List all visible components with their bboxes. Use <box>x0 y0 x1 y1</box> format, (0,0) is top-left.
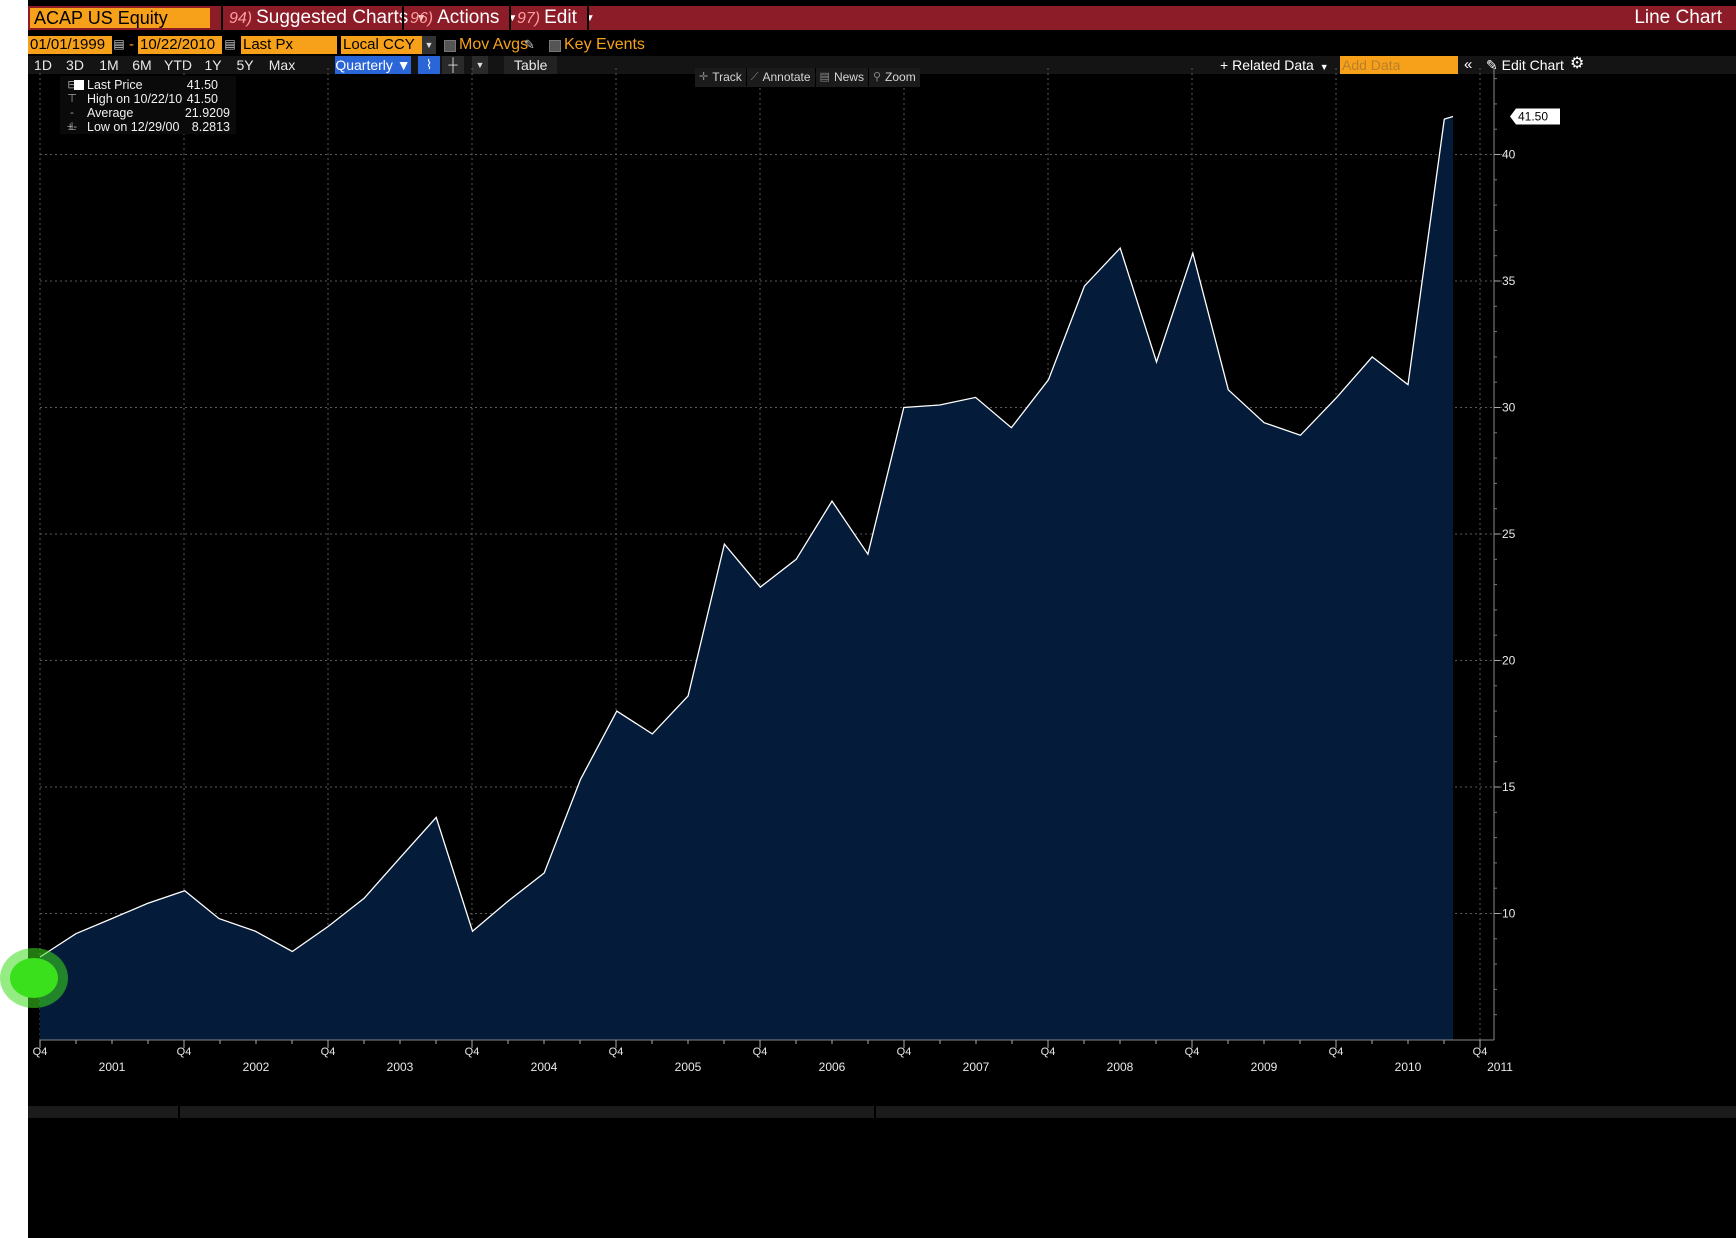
annotate-icon: ⟋ <box>750 71 759 83</box>
legend-value: 8.2813 <box>191 120 230 134</box>
legend-label: High on 10/22/10 <box>87 92 183 106</box>
x-quarter-label: Q4 <box>753 1046 768 1058</box>
x-quarter-label: Q4 <box>465 1046 480 1058</box>
legend-value: 21.9209 <box>184 106 230 120</box>
news-label: News <box>833 70 864 84</box>
x-year-label: 2008 <box>1107 1060 1134 1074</box>
magnifier-icon: ⚲ <box>872 71 882 83</box>
zoom-label: Zoom <box>885 70 916 84</box>
scrollbar-divider <box>178 1106 180 1118</box>
legend-value: 41.50 <box>186 78 218 92</box>
cursor-highlight-core <box>10 958 58 998</box>
x-quarter-label: Q4 <box>609 1046 624 1058</box>
legend-row-high: ⊤ High on 10/22/10 41.50 <box>60 92 236 106</box>
x-quarter-label: Q4 <box>1185 1046 1200 1058</box>
x-year-label: 2006 <box>819 1060 846 1074</box>
cursor-highlight <box>0 948 68 1008</box>
track-button[interactable]: ✛ Track <box>695 68 747 87</box>
legend-row-low: ⊥ Low on 12/29/00 8.2813 <box>60 120 236 134</box>
scrollbar-divider <box>874 1106 876 1118</box>
y-tick-label: 20 <box>1502 654 1516 668</box>
y-tick-label: 30 <box>1502 401 1516 415</box>
x-quarter-label: Q4 <box>33 1046 48 1058</box>
x-year-label: 2010 <box>1395 1060 1422 1074</box>
legend-row-last-price[interactable]: ⊟ Last Price 41.50 <box>60 78 236 92</box>
zoom-button[interactable]: ⚲ Zoom <box>869 68 920 87</box>
y-tick-label: 25 <box>1502 527 1516 541</box>
x-year-label: 2001 <box>99 1060 126 1074</box>
x-quarter-label: Q4 <box>897 1046 912 1058</box>
annotate-button[interactable]: ⟋ Annotate <box>747 68 816 87</box>
legend: ⊟ Last Price 41.50 ⊤ High on 10/22/10 41… <box>60 76 236 134</box>
x-year-label: 2009 <box>1251 1060 1278 1074</box>
y-tick-label: 40 <box>1502 148 1516 162</box>
series-swatch <box>74 80 84 90</box>
y-tick-label: 10 <box>1502 907 1516 921</box>
x-quarter-label: Q4 <box>321 1046 336 1058</box>
low-marker-icon: ⊥ <box>67 121 77 133</box>
price-chart[interactable]: 10 15 20 25 30 35 40 41.50 Q4 Q4 Q4 Q4 Q4 Q4 Q4 Q4 Q4 Q4 Q… <box>28 0 1736 1238</box>
legend-label: Last Price <box>87 78 143 92</box>
y-tick-label: 35 <box>1502 274 1516 288</box>
x-quarter-label: Q4 <box>1329 1046 1344 1058</box>
x-year-label: 2003 <box>387 1060 414 1074</box>
high-marker-icon: ⊤ <box>67 93 77 105</box>
annotate-label: Annotate <box>762 70 811 84</box>
y-tick-label: 15 <box>1502 780 1516 794</box>
x-year-label: 2002 <box>243 1060 270 1074</box>
x-quarter-label: Q4 <box>1041 1046 1056 1058</box>
news-icon: ▤ <box>819 71 830 83</box>
legend-row-average: -+- Average 21.9209 <box>60 106 236 133</box>
legend-label: Average <box>87 106 134 120</box>
chart-window: ACAP US Equity 94) Suggested Charts ▼ 96) A… <box>28 0 1736 1238</box>
chart-tools: ✛ Track ⟋ Annotate ▤ News ⚲ Zoom <box>695 68 920 87</box>
crosshair-icon: ✛ <box>699 71 709 83</box>
news-button[interactable]: ▤ News <box>816 68 869 87</box>
last-value-label: 41.50 <box>1518 110 1548 124</box>
x-quarter-label: Q4 <box>177 1046 192 1058</box>
time-scrollbar[interactable] <box>28 1106 1736 1118</box>
x-quarter-label: Q4 <box>1473 1046 1488 1058</box>
x-year-label: 2005 <box>675 1060 702 1074</box>
x-year-label: 2007 <box>963 1060 990 1074</box>
x-year-label: 2011 <box>1487 1060 1513 1074</box>
legend-value: 41.50 <box>186 92 218 106</box>
track-label: Track <box>712 70 742 84</box>
price-area <box>40 116 1453 1040</box>
legend-label: Low on 12/29/00 <box>87 120 180 134</box>
x-year-label: 2004 <box>531 1060 558 1074</box>
